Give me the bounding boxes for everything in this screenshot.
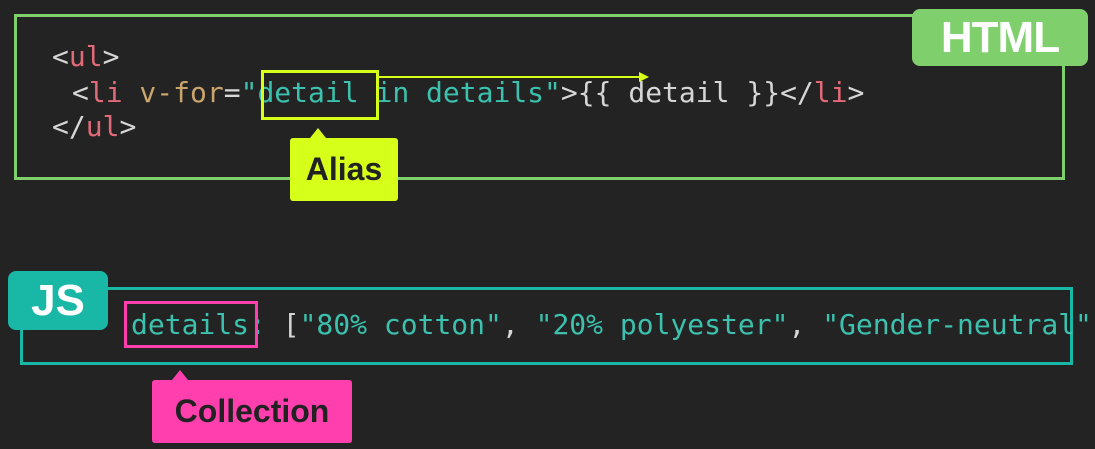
li-close-tag: li bbox=[813, 76, 848, 109]
li-tag: li bbox=[88, 76, 123, 109]
gt: > bbox=[102, 40, 120, 73]
array-item: "Gender-neutral" bbox=[822, 308, 1092, 341]
arrow-right-icon bbox=[379, 72, 649, 82]
js-badge: JS bbox=[8, 271, 108, 330]
equals: = bbox=[223, 76, 241, 109]
alias-highlight-box bbox=[261, 70, 379, 120]
quote-open: " bbox=[240, 76, 258, 109]
alias-callout: Alias bbox=[290, 128, 398, 201]
gt: > bbox=[847, 76, 865, 109]
lt-slash: </ bbox=[52, 110, 86, 143]
collection-highlight-box bbox=[124, 301, 258, 348]
lt-slash: </ bbox=[780, 76, 814, 109]
ul-tag: ul bbox=[68, 40, 103, 73]
array-item: "80% cotton" bbox=[299, 308, 502, 341]
comma: , bbox=[501, 308, 536, 341]
array-item: "20% polyester" bbox=[535, 308, 789, 341]
html-badge: HTML bbox=[912, 9, 1088, 66]
comma: , bbox=[788, 308, 823, 341]
open-bracket: [ bbox=[265, 308, 300, 341]
code-line-ul-open: <ul> bbox=[52, 40, 119, 74]
code-line-ul-close: </ul> bbox=[52, 110, 136, 144]
collection-callout: Collection bbox=[152, 370, 352, 443]
lt: < bbox=[72, 76, 89, 109]
gt: > bbox=[119, 110, 137, 143]
v-for-attr: v-for bbox=[122, 76, 224, 109]
lt: < bbox=[52, 40, 69, 73]
ul-close-tag: ul bbox=[85, 110, 120, 143]
code-line-details: details: ["80% cotton", "20% polyester",… bbox=[131, 308, 1095, 342]
